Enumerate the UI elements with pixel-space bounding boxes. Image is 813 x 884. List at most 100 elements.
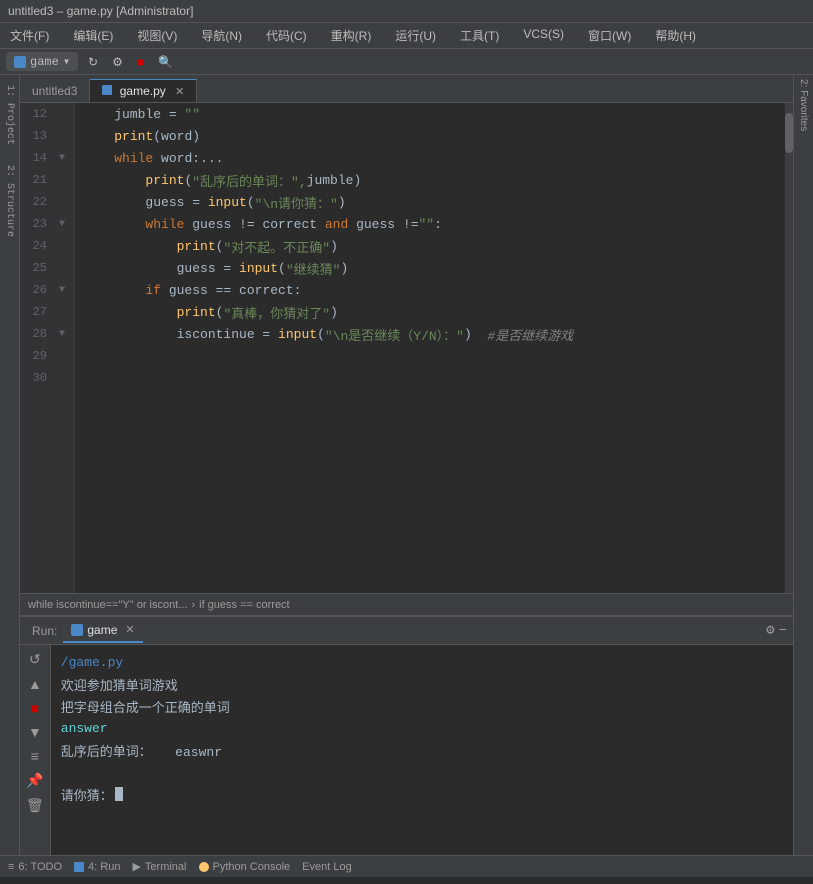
run-pin-btn[interactable]: 📌 bbox=[24, 770, 46, 791]
code-line[interactable]: if guess == correct: bbox=[75, 279, 785, 301]
todo-icon: ≡ bbox=[8, 861, 14, 873]
code-segment bbox=[83, 173, 145, 188]
code-line[interactable]: guess = input("继续猜") bbox=[75, 257, 785, 279]
code-segment: ( bbox=[278, 261, 286, 276]
run-scroll-down-btn[interactable]: ▼ bbox=[24, 722, 46, 742]
run-stop-btn[interactable]: ■ bbox=[24, 698, 46, 718]
toolbar-refresh-btn[interactable]: ↻ bbox=[84, 53, 102, 71]
run-tab-close[interactable]: ✕ bbox=[125, 623, 134, 636]
terminal-icon: ▶ bbox=[132, 860, 140, 873]
code-line[interactable]: guess = input("\n请你猜：") bbox=[75, 191, 785, 213]
code-segment: if bbox=[145, 283, 161, 298]
menu-edit[interactable]: 编辑(E) bbox=[67, 25, 119, 46]
run-scroll-up-btn[interactable]: ▲ bbox=[24, 674, 46, 694]
code-line[interactable]: print("真棒，你猜对了") bbox=[75, 301, 785, 323]
line-number-row: 30 bbox=[20, 367, 74, 389]
run-config-icon bbox=[14, 56, 26, 68]
code-line[interactable] bbox=[75, 345, 785, 367]
toolbar-build-btn[interactable]: ⚙ bbox=[108, 53, 127, 71]
breadcrumb-separator: › bbox=[191, 599, 195, 611]
run-config-label: game bbox=[30, 55, 59, 69]
code-segment: print bbox=[177, 239, 216, 254]
code-segment: and bbox=[325, 217, 348, 232]
title-text: untitled3 – game.py [Administrator] bbox=[8, 4, 193, 18]
code-line-empty bbox=[75, 411, 785, 433]
code-area[interactable]: jumble = "" print(word) while word:... p… bbox=[75, 103, 785, 593]
code-line[interactable]: jumble = "" bbox=[75, 103, 785, 125]
menu-tools[interactable]: 工具(T) bbox=[454, 25, 505, 46]
vertical-scrollbar[interactable] bbox=[785, 103, 793, 593]
code-segment: "对不起。不正确" bbox=[223, 237, 330, 256]
menu-help[interactable]: 帮助(H) bbox=[649, 25, 702, 46]
menu-run[interactable]: 运行(U) bbox=[389, 25, 442, 46]
run-tab-game[interactable]: game ✕ bbox=[63, 619, 142, 643]
code-segment: "\n是否继续（Y/N）：" bbox=[325, 325, 464, 344]
line-number-row: 22 bbox=[20, 191, 74, 213]
settings-icon[interactable]: ⚙ bbox=[766, 622, 774, 639]
tab-close-icon[interactable]: ✕ bbox=[175, 86, 184, 98]
menu-navigate[interactable]: 导航(N) bbox=[195, 25, 248, 46]
code-segment: ) bbox=[330, 305, 338, 320]
python-icon bbox=[199, 862, 209, 872]
run-rerun-btn[interactable]: ↺ bbox=[24, 649, 46, 670]
line-num: 27 bbox=[20, 305, 55, 319]
toolbar-search-btn[interactable]: 🔍 bbox=[154, 53, 177, 71]
code-segment: : bbox=[434, 217, 442, 232]
sidebar-item-structure[interactable]: 2: Structure bbox=[2, 159, 17, 243]
code-line[interactable] bbox=[75, 367, 785, 389]
code-segment: ( bbox=[317, 327, 325, 342]
line-num: 29 bbox=[20, 349, 55, 363]
menu-view[interactable]: 视图(V) bbox=[131, 25, 183, 46]
fold-icon[interactable]: ▼ bbox=[55, 285, 69, 296]
run-output-4: 乱序后的单词： easwnr bbox=[61, 739, 783, 761]
favorites-panel[interactable]: 2: Favorites bbox=[793, 75, 813, 855]
menu-vcs[interactable]: VCS(S) bbox=[517, 25, 570, 46]
tab-game-py[interactable]: game.py ✕ bbox=[90, 79, 197, 102]
line-number-row: 29 bbox=[20, 345, 74, 367]
run-clear-btn[interactable]: 🗑 bbox=[24, 795, 46, 816]
code-line[interactable]: iscontinue = input("\n是否继续（Y/N）：") #是否继续… bbox=[75, 323, 785, 345]
code-line[interactable]: while guess != correct and guess !="": bbox=[75, 213, 785, 235]
status-todo[interactable]: ≡ 6: TODO bbox=[8, 861, 62, 873]
breadcrumb-item-2[interactable]: if guess == correct bbox=[199, 599, 290, 611]
code-segment: ) bbox=[340, 261, 348, 276]
fold-icon[interactable]: ▼ bbox=[55, 153, 69, 164]
code-line[interactable]: while word:... bbox=[75, 147, 785, 169]
menu-window[interactable]: 窗口(W) bbox=[582, 25, 637, 46]
code-line[interactable]: print("对不起。不正确") bbox=[75, 235, 785, 257]
line-num: 14 bbox=[20, 151, 55, 165]
line-number-row: 21 bbox=[20, 169, 74, 191]
line-num: 12 bbox=[20, 107, 55, 121]
status-terminal[interactable]: ▶ Terminal bbox=[132, 860, 186, 873]
todo-label: 6: TODO bbox=[18, 861, 62, 873]
code-line[interactable]: print("乱序后的单词：",jumble) bbox=[75, 169, 785, 191]
toolbar-stop-btn[interactable]: ■ bbox=[133, 53, 148, 71]
code-segment: "真棒，你猜对了" bbox=[223, 303, 330, 322]
code-line-empty bbox=[75, 433, 785, 455]
tab-project[interactable]: untitled3 bbox=[20, 80, 90, 102]
close-panel-icon[interactable]: − bbox=[779, 623, 787, 639]
code-line-empty bbox=[75, 477, 785, 499]
fold-icon[interactable]: ▼ bbox=[55, 219, 69, 230]
code-line[interactable]: print(word) bbox=[75, 125, 785, 147]
menu-file[interactable]: 文件(F) bbox=[4, 25, 55, 46]
status-run[interactable]: 4: Run bbox=[74, 861, 120, 873]
breadcrumb-item-1[interactable]: while iscontinue=="Y" or iscont... bbox=[28, 599, 187, 611]
code-segment: iscontinue = bbox=[83, 327, 278, 342]
code-segment: ( bbox=[216, 305, 224, 320]
sidebar-item-project[interactable]: 1: Project bbox=[2, 79, 17, 151]
menu-refactor[interactable]: 重构(R) bbox=[325, 25, 378, 46]
code-segment: "继续猜" bbox=[286, 259, 341, 278]
status-event-log[interactable]: Event Log bbox=[302, 861, 352, 873]
bottom-panel: Run: game ✕ ⚙ − ↺ ▲ ■ ▼ bbox=[20, 615, 793, 855]
tab-bar: untitled3 game.py ✕ bbox=[20, 75, 793, 103]
run-config[interactable]: game ▾ bbox=[6, 52, 78, 71]
run-path-text: /game.py bbox=[61, 655, 123, 670]
run-wrap-btn[interactable]: ≡ bbox=[24, 746, 46, 766]
code-segment: print bbox=[145, 173, 184, 188]
code-line-empty bbox=[75, 499, 785, 521]
status-python-console[interactable]: Python Console bbox=[199, 861, 291, 873]
fold-icon[interactable]: ▼ bbox=[55, 329, 69, 340]
menu-code[interactable]: 代码(C) bbox=[260, 25, 313, 46]
scrollbar-thumb[interactable] bbox=[785, 113, 793, 153]
